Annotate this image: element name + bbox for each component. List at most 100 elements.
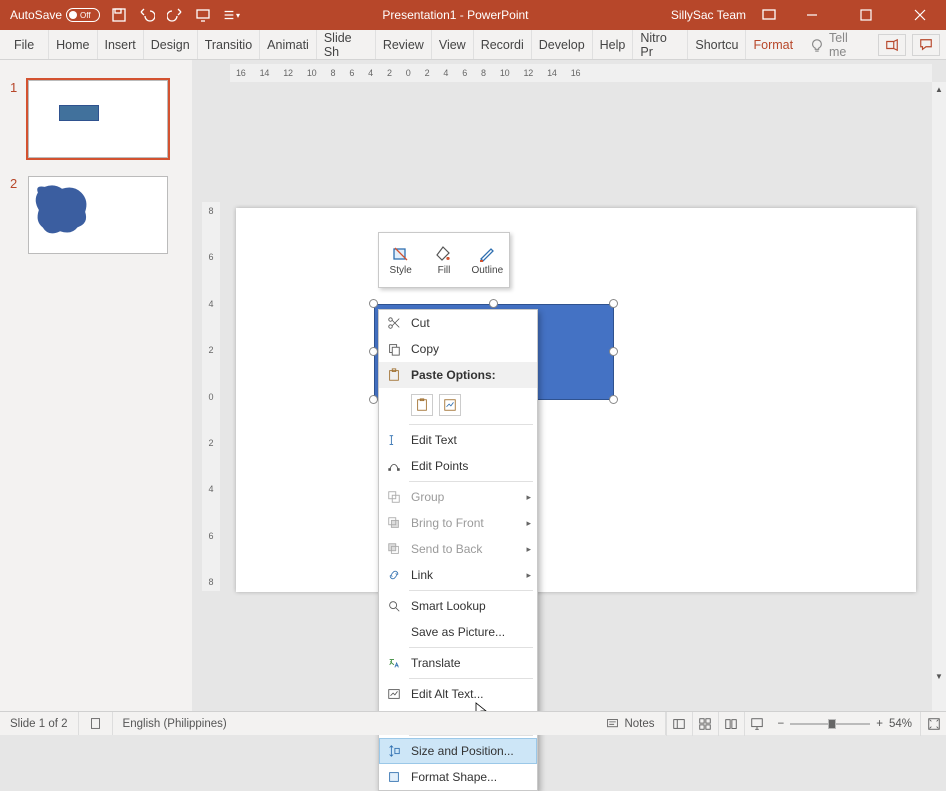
slide-edit-area: 864202468 <box>192 82 946 711</box>
ctx-edit-points[interactable]: Edit Points <box>379 453 537 479</box>
paste-use-destination-theme[interactable] <box>411 394 433 416</box>
format-shape-icon <box>385 768 403 786</box>
tab-help[interactable]: Help <box>592 30 633 59</box>
slideshow-button[interactable] <box>744 712 770 736</box>
reading-view-button[interactable] <box>718 712 744 736</box>
tab-developer[interactable]: Develop <box>531 30 592 59</box>
tell-me-search[interactable]: Tell me <box>800 31 878 59</box>
minimize-button[interactable] <box>792 0 832 30</box>
undo-icon[interactable] <box>138 6 156 24</box>
ctx-save-as-picture[interactable]: Save as Picture... <box>379 619 537 645</box>
vertical-scrollbar[interactable]: ▲ ▼ <box>932 82 946 711</box>
tab-shortcut[interactable]: Shortcu <box>687 30 745 59</box>
ctx-translate[interactable]: Translate <box>379 650 537 676</box>
outline-button[interactable]: Outline <box>466 233 509 287</box>
paint-blob-icon <box>33 183 91 237</box>
ctx-link[interactable]: Link▸ <box>379 562 537 588</box>
edit-points-icon <box>385 457 403 475</box>
fill-button[interactable]: Fill <box>422 233 465 287</box>
send-back-icon <box>385 540 403 558</box>
slide-number: 1 <box>10 80 22 158</box>
ribbon-display-icon[interactable] <box>760 6 778 24</box>
ctx-group[interactable]: Group▸ <box>379 484 537 510</box>
resize-handle[interactable] <box>369 299 378 308</box>
share-button[interactable] <box>878 34 906 56</box>
ctx-paste-options-header: Paste Options: <box>379 362 537 388</box>
slide-thumbnail-1[interactable] <box>28 80 168 158</box>
tab-slideshow[interactable]: Slide Sh <box>316 30 375 59</box>
slide-thumbnail-panel: 1 2 <box>0 60 192 711</box>
edit-text-icon <box>385 431 403 449</box>
resize-handle[interactable] <box>489 299 498 308</box>
ctx-copy[interactable]: Copy <box>379 336 537 362</box>
tab-animations[interactable]: Animati <box>259 30 316 59</box>
translate-icon <box>385 654 403 672</box>
slide-sorter-button[interactable] <box>692 712 718 736</box>
ctx-edit-alt-text[interactable]: Edit Alt Text... <box>379 681 537 707</box>
slide-counter[interactable]: Slide 1 of 2 <box>0 712 79 735</box>
notes-button[interactable]: Notes <box>596 712 665 735</box>
list-icon[interactable]: ▾ <box>222 6 240 24</box>
tab-nitropro[interactable]: Nitro Pr <box>632 30 687 59</box>
ctx-send-to-back[interactable]: Send to Back▸ <box>379 536 537 562</box>
close-button[interactable] <box>900 0 940 30</box>
language-status[interactable]: English (Philippines) <box>113 712 237 735</box>
size-position-icon <box>385 742 403 760</box>
ctx-smart-lookup[interactable]: Smart Lookup <box>379 593 537 619</box>
paste-icon <box>385 366 403 384</box>
tab-design[interactable]: Design <box>143 30 197 59</box>
tab-recording[interactable]: Recordi <box>473 30 531 59</box>
thumbnail-shape <box>59 105 99 121</box>
resize-handle[interactable] <box>369 347 378 356</box>
maximize-button[interactable] <box>846 0 886 30</box>
link-icon <box>385 566 403 584</box>
vertical-ruler: 864202468 <box>202 202 220 591</box>
ctx-size-and-position[interactable]: Size and Position... <box>379 738 537 764</box>
scroll-down-icon[interactable]: ▼ <box>932 669 946 683</box>
tab-transitions[interactable]: Transitio <box>197 30 259 59</box>
slide-thumbnail-2[interactable] <box>28 176 168 254</box>
group-icon <box>385 488 403 506</box>
alt-text-icon <box>385 685 403 703</box>
ctx-format-shape[interactable]: Format Shape... <box>379 764 537 790</box>
ribbon-tabs: File Home Insert Design Transitio Animat… <box>0 30 946 60</box>
resize-handle[interactable] <box>609 395 618 404</box>
resize-handle[interactable] <box>369 395 378 404</box>
save-icon[interactable] <box>110 6 128 24</box>
fit-to-window-button[interactable] <box>920 712 946 736</box>
ctx-cut[interactable]: Cut <box>379 310 537 336</box>
comments-button[interactable] <box>912 34 940 56</box>
copy-icon <box>385 340 403 358</box>
start-from-beginning-icon[interactable] <box>194 6 212 24</box>
resize-handle[interactable] <box>609 299 618 308</box>
zoom-control[interactable]: − + 54% <box>770 718 920 730</box>
tab-home[interactable]: Home <box>48 30 96 59</box>
redo-icon[interactable] <box>166 6 184 24</box>
slide-canvas[interactable] <box>236 208 916 592</box>
style-button[interactable]: Style <box>379 233 422 287</box>
zoom-slider[interactable] <box>790 723 870 725</box>
autosave-toggle[interactable]: AutoSave Off <box>10 8 100 22</box>
user-name[interactable]: SillySac Team <box>671 8 746 22</box>
paste-as-picture[interactable] <box>439 394 461 416</box>
tab-file[interactable]: File <box>0 30 48 59</box>
accessibility-check[interactable] <box>79 712 113 735</box>
ctx-bring-to-front[interactable]: Bring to Front▸ <box>379 510 537 536</box>
tab-format[interactable]: Format <box>745 30 800 59</box>
tab-review[interactable]: Review <box>375 30 431 59</box>
tab-view[interactable]: View <box>431 30 473 59</box>
zoom-out-button[interactable]: − <box>778 718 785 730</box>
tab-insert[interactable]: Insert <box>97 30 143 59</box>
shape-mini-toolbar: Style Fill Outline <box>378 232 510 288</box>
bring-front-icon <box>385 514 403 532</box>
zoom-in-button[interactable]: + <box>876 718 883 730</box>
document-title: Presentation1 - PowerPoint <box>240 8 671 22</box>
horizontal-ruler: 1614121086420246810121416 <box>230 64 932 82</box>
autosave-label: AutoSave <box>10 8 62 22</box>
search-icon <box>385 597 403 615</box>
ctx-edit-text[interactable]: Edit Text <box>379 427 537 453</box>
scroll-up-icon[interactable]: ▲ <box>932 82 946 96</box>
normal-view-button[interactable] <box>666 712 692 736</box>
resize-handle[interactable] <box>609 347 618 356</box>
zoom-level[interactable]: 54% <box>889 718 912 730</box>
